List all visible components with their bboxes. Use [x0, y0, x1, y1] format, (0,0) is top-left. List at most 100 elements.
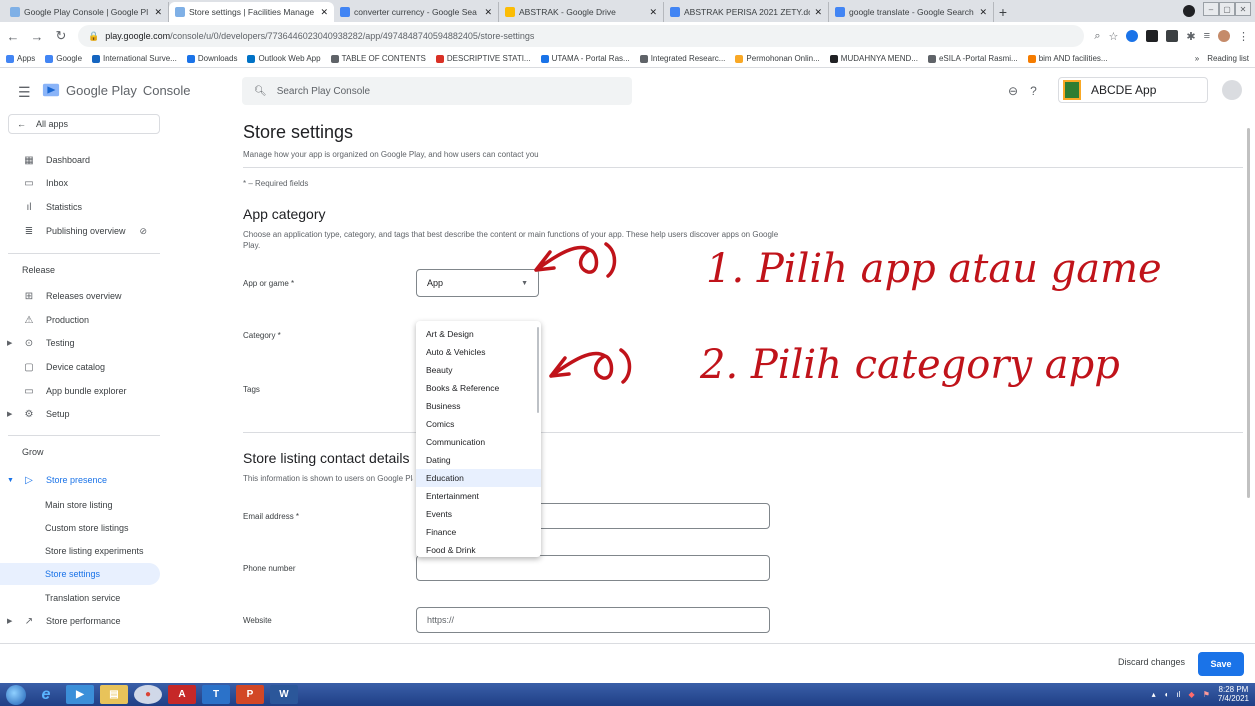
maximize-icon[interactable]: ▢	[1219, 2, 1235, 16]
collapse-caret-icon[interactable]: ▼	[7, 477, 14, 484]
bookmark-link[interactable]: MUDAHNYA MEND...	[829, 54, 918, 63]
page-scrollbar[interactable]	[1247, 128, 1250, 498]
bookmark-link[interactable]: TABLE OF CONTENTS	[330, 54, 426, 63]
app-or-game-select[interactable]: App ▼	[416, 269, 539, 297]
reload-icon[interactable]: ↻	[54, 28, 68, 44]
sidebar-item-translation-service[interactable]: Translation service	[0, 587, 170, 609]
category-option[interactable]: Dating	[416, 451, 541, 469]
menu-dots-icon[interactable]: ⋮	[1238, 30, 1249, 43]
teams-icon[interactable]: T	[202, 685, 230, 704]
category-option[interactable]: Comics	[416, 415, 541, 433]
dropdown-scrollbar[interactable]	[537, 327, 539, 413]
hamburger-menu-icon[interactable]: ☰	[18, 84, 31, 101]
category-option[interactable]: Education	[416, 469, 541, 487]
bookmark-link[interactable]: Apps	[6, 54, 35, 63]
bookmark-link[interactable]: UTAMA - Portal Ras...	[540, 54, 630, 63]
category-option[interactable]: Books & Reference	[416, 379, 541, 397]
media-player-icon[interactable]: ▶	[66, 685, 94, 704]
tab-close-icon[interactable]: ✕	[649, 7, 657, 18]
expand-caret-icon[interactable]: ▶	[7, 339, 12, 347]
puzzle-icon[interactable]: ✱	[1186, 30, 1195, 43]
browser-tab[interactable]: google translate - Google Search ✕	[829, 2, 994, 22]
account-avatar[interactable]	[1222, 80, 1242, 100]
category-option[interactable]: Beauty	[416, 361, 541, 379]
reading-list-link[interactable]: Reading list	[1207, 54, 1249, 63]
sidebar-item-statistics[interactable]: ıl Statistics	[0, 196, 170, 218]
sidebar-item-store-settings[interactable]: Store settings	[0, 563, 160, 585]
sidebar-item-store-listing-experiments[interactable]: Store listing experiments	[0, 540, 170, 562]
extension-icon[interactable]	[1166, 30, 1179, 42]
antivirus-icon[interactable]: ◆	[1189, 690, 1195, 699]
close-window-icon[interactable]: ✕	[1235, 2, 1251, 16]
start-button-icon[interactable]	[6, 684, 26, 705]
sidebar-item-dashboard[interactable]: ▦ Dashboard	[0, 149, 170, 171]
bookmark-star-icon[interactable]: ☆	[1108, 30, 1118, 43]
sidebar-item-setup[interactable]: ▶ ⚙ Setup	[0, 403, 170, 425]
category-option[interactable]: Auto & Vehicles	[416, 343, 541, 361]
new-tab-icon[interactable]: +	[994, 2, 1012, 22]
bookmark-link[interactable]: Integrated Researc...	[639, 54, 725, 63]
word-icon[interactable]: W	[270, 685, 298, 704]
bookmark-link[interactable]: DESCRIPTIVE STATI...	[435, 54, 531, 63]
extension-icon[interactable]	[1146, 30, 1159, 42]
action-center-icon[interactable]: ⚑	[1203, 690, 1210, 699]
tab-close-icon[interactable]: ✕	[320, 7, 328, 18]
phone-field[interactable]	[416, 555, 770, 581]
clock[interactable]: 8:28 PM 7/4/2021	[1218, 685, 1249, 703]
sidebar-item-store-presence[interactable]: ▼ ▷ Store presence	[0, 469, 170, 491]
category-option[interactable]: Food & Drink	[416, 541, 541, 557]
back-icon[interactable]: ←	[6, 29, 20, 44]
profile-avatar-icon[interactable]	[1218, 30, 1230, 42]
sidebar-item-app-bundle-explorer[interactable]: ▭ App bundle explorer	[0, 380, 170, 402]
acrobat-icon[interactable]: A	[168, 685, 196, 704]
chrome-icon[interactable]: ●	[134, 685, 162, 704]
sidebar-item-custom-store-listings[interactable]: Custom store listings	[0, 517, 170, 539]
save-button[interactable]: Save	[1198, 652, 1244, 676]
powerpoint-icon[interactable]: P	[236, 685, 264, 704]
browser-profile-icon[interactable]	[1183, 5, 1195, 17]
link-icon[interactable]: ⊖	[1008, 84, 1018, 98]
bookmark-link[interactable]: Outlook Web App	[247, 54, 321, 63]
category-option[interactable]: Art & Design	[416, 325, 541, 343]
tab-close-icon[interactable]: ✕	[814, 7, 822, 18]
tab-close-icon[interactable]: ✕	[979, 7, 987, 18]
sidebar-item-production[interactable]: ⚠ Production	[0, 309, 170, 331]
browser-tab[interactable]: Store settings | Facilities Manage ✕	[169, 2, 334, 22]
help-icon[interactable]: ?	[1030, 84, 1037, 98]
volume-icon[interactable]: ◖	[1164, 690, 1169, 699]
bookmark-link[interactable]: Google	[45, 54, 82, 63]
sidebar-item-releases-overview[interactable]: ⊞ Releases overview	[0, 285, 170, 307]
category-option[interactable]: Business	[416, 397, 541, 415]
discard-changes-button[interactable]: Discard changes	[1118, 657, 1185, 667]
bookmark-link[interactable]: bim AND facilities...	[1027, 54, 1108, 63]
play-console-logo[interactable]: Google Play Console	[42, 81, 191, 99]
zoom-icon[interactable]: ⌕	[1094, 30, 1100, 43]
expand-caret-icon[interactable]: ▶	[7, 410, 12, 418]
website-field[interactable]: https://	[416, 607, 770, 633]
expand-caret-icon[interactable]: ▶	[7, 617, 12, 625]
bookmark-link[interactable]: Downloads	[186, 54, 237, 63]
ie-icon[interactable]: e	[32, 685, 60, 704]
category-option[interactable]: Entertainment	[416, 487, 541, 505]
browser-tab[interactable]: ABSTRAK PERISA 2021 ZETY.doc ✕	[664, 2, 829, 22]
more-bookmarks-icon[interactable]: »	[1195, 54, 1199, 63]
bookmark-link[interactable]: Permohonan Onlin...	[735, 54, 820, 63]
sidebar-item-inbox[interactable]: ▭ Inbox	[0, 172, 170, 194]
search-input[interactable]: 🔍︎ Search Play Console	[242, 77, 632, 105]
category-option[interactable]: Finance	[416, 523, 541, 541]
category-dropdown[interactable]: Art & Design Auto & Vehicles Beauty Books &…	[416, 321, 541, 557]
sidebar-item-device-catalog[interactable]: ▢ Device catalog	[0, 356, 170, 378]
network-icon[interactable]: ıl	[1177, 690, 1181, 699]
bookmark-link[interactable]: eSILA -Portal Rasmi...	[927, 54, 1018, 63]
tab-close-icon[interactable]: ✕	[484, 7, 492, 18]
bookmark-link[interactable]: International Surve...	[92, 54, 177, 63]
extension-icon[interactable]	[1126, 30, 1139, 42]
minimize-icon[interactable]: –	[1203, 2, 1219, 16]
sidebar-item-publishing-overview[interactable]: ≣ Publishing overview ⊘	[0, 220, 170, 242]
tray-arrow-icon[interactable]: ▴	[1152, 690, 1156, 699]
sidebar-item-store-performance[interactable]: ▶ ↗ Store performance	[0, 610, 170, 632]
browser-tab[interactable]: Google Play Console | Google Pl ✕	[4, 2, 169, 22]
all-apps-button[interactable]: ← All apps	[8, 114, 160, 134]
category-option[interactable]: Events	[416, 505, 541, 523]
browser-tab[interactable]: ABSTRAK - Google Drive ✕	[499, 2, 664, 22]
